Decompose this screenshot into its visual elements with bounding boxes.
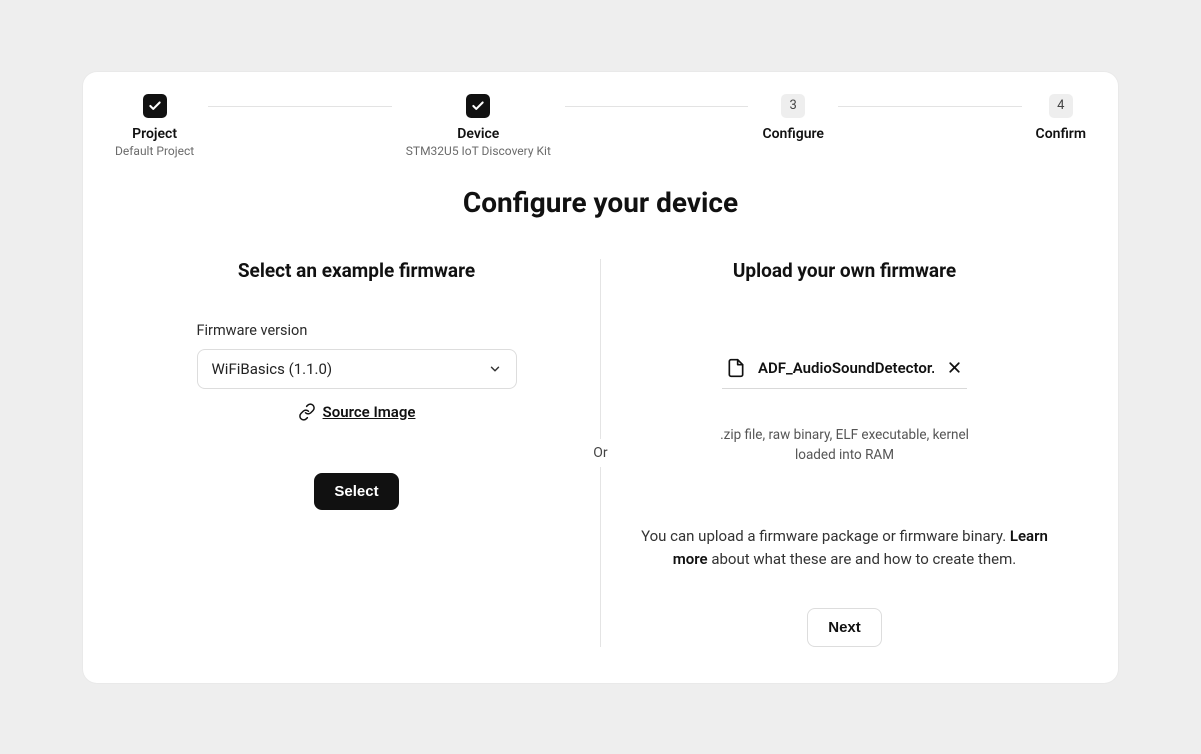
example-firmware-column: Select an example firmware Firmware vers… — [113, 259, 600, 510]
upload-firmware-column: Upload your own firmware ADF_AudioSoundD… — [601, 259, 1088, 647]
step-connector — [838, 106, 1022, 107]
upload-description: You can upload a firmware package or fir… — [641, 525, 1048, 572]
check-icon — [143, 94, 167, 118]
chevron-down-icon — [488, 362, 502, 376]
step-device: Device STM32U5 IoT Discovery Kit — [406, 94, 551, 158]
divider-label: Or — [593, 439, 607, 467]
step-title: Confirm — [1036, 126, 1086, 142]
next-button[interactable]: Next — [807, 608, 882, 647]
step-title: Configure — [762, 126, 823, 142]
step-connector — [208, 106, 392, 107]
firmware-version-label: Firmware version — [197, 322, 308, 339]
close-icon — [946, 359, 963, 376]
uploaded-file-row: ADF_AudioSoundDetector. — [722, 358, 967, 389]
step-confirm: 4 Confirm — [1036, 94, 1086, 144]
step-number: 3 — [781, 94, 805, 118]
wizard-card: Project Default Project Device STM32U5 I… — [83, 72, 1118, 683]
source-image-link[interactable]: Source Image — [298, 403, 416, 421]
file-icon — [726, 358, 746, 378]
step-number: 4 — [1049, 94, 1073, 118]
upload-description-prefix: You can upload a firmware package or fir… — [641, 527, 1010, 545]
step-connector — [565, 106, 749, 107]
step-subtitle: STM32U5 IoT Discovery Kit — [406, 144, 551, 158]
step-subtitle: Default Project — [115, 144, 194, 158]
upload-description-suffix: about what these are and how to create t… — [708, 550, 1017, 568]
step-title: Project — [132, 126, 177, 142]
step-title: Device — [457, 126, 499, 142]
column-title: Select an example firmware — [238, 259, 475, 282]
source-image-label: Source Image — [323, 403, 416, 421]
columns: Select an example firmware Firmware vers… — [113, 259, 1088, 647]
select-value: WiFiBasics (1.1.0) — [212, 360, 333, 378]
stepper: Project Default Project Device STM32U5 I… — [113, 94, 1088, 158]
remove-file-button[interactable] — [946, 359, 963, 376]
page-title: Configure your device — [113, 186, 1088, 219]
column-title: Upload your own firmware — [733, 259, 956, 282]
link-icon — [298, 403, 316, 421]
step-project: Project Default Project — [115, 94, 194, 158]
firmware-version-select[interactable]: WiFiBasics (1.1.0) — [197, 349, 517, 389]
upload-hint: .zip file, raw binary, ELF executable, k… — [715, 425, 975, 466]
check-icon — [466, 94, 490, 118]
firmware-form: Firmware version WiFiBasics (1.1.0) So — [197, 322, 517, 510]
step-configure: 3 Configure — [762, 94, 823, 144]
uploaded-filename: ADF_AudioSoundDetector. — [758, 359, 934, 377]
select-button[interactable]: Select — [314, 473, 398, 510]
